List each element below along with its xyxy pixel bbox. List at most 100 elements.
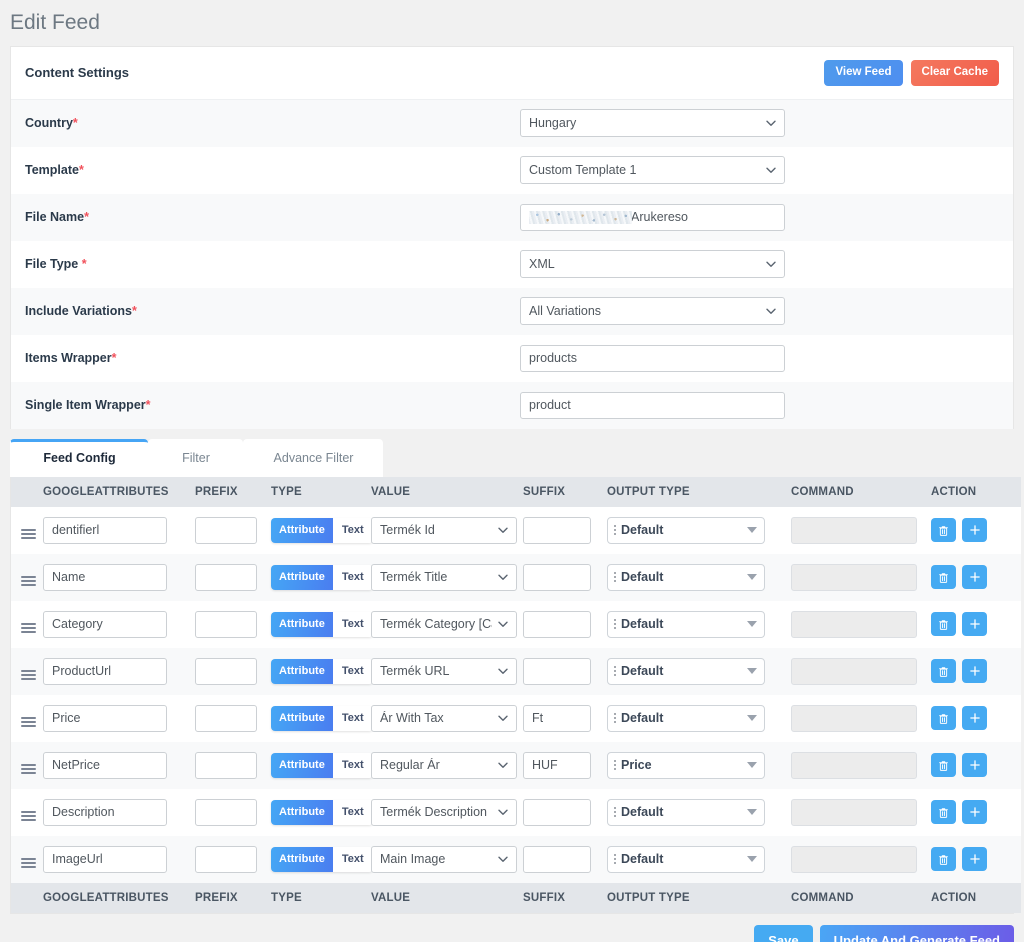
prefix-input[interactable] <box>195 610 257 638</box>
delete-row-button[interactable] <box>931 565 956 590</box>
delete-row-button[interactable] <box>931 753 956 778</box>
attribute-input[interactable] <box>43 610 167 638</box>
type-attribute-button[interactable]: Attribute <box>271 658 333 684</box>
command-input[interactable] <box>791 798 917 826</box>
value-select[interactable]: Termék Category [Cate <box>371 610 517 638</box>
command-input[interactable] <box>791 657 917 685</box>
include-variations-select[interactable]: All Variations <box>520 297 785 326</box>
output-type-select[interactable]: Default <box>607 798 765 826</box>
attribute-input[interactable] <box>43 657 167 685</box>
value-select[interactable]: Termék URL <box>371 657 517 685</box>
drag-handle-icon[interactable] <box>21 527 36 541</box>
type-attribute-button[interactable]: Attribute <box>271 517 333 543</box>
prefix-input[interactable] <box>195 657 257 685</box>
type-text-button[interactable]: Text <box>332 658 373 684</box>
output-type-select[interactable]: Default <box>607 704 765 732</box>
type-text-button[interactable]: Text <box>332 564 373 590</box>
command-input[interactable] <box>791 751 917 779</box>
add-row-button[interactable] <box>962 612 987 637</box>
output-type-select[interactable]: Default <box>607 563 765 591</box>
delete-row-button[interactable] <box>931 612 956 637</box>
type-text-button[interactable]: Text <box>332 846 373 872</box>
value-select-wrap[interactable]: Termék Category [Cate <box>371 610 517 638</box>
attribute-input[interactable] <box>43 751 167 779</box>
delete-row-button[interactable] <box>931 847 956 872</box>
type-text-button[interactable]: Text <box>332 705 373 731</box>
template-select-wrap[interactable]: Custom Template 1 <box>520 156 785 185</box>
type-text-button[interactable]: Text <box>332 799 373 825</box>
file-name-input[interactable]: Arukereso <box>520 203 785 231</box>
prefix-input[interactable] <box>195 516 257 544</box>
type-attribute-button[interactable]: Attribute <box>271 705 333 731</box>
file-type-select[interactable]: XML <box>520 250 785 279</box>
attribute-input[interactable] <box>43 563 167 591</box>
value-select-wrap[interactable]: Termék Description <box>371 798 517 826</box>
add-row-button[interactable] <box>962 800 987 825</box>
command-input[interactable] <box>791 845 917 873</box>
value-select-wrap[interactable]: Termék Id <box>371 516 517 544</box>
prefix-input[interactable] <box>195 563 257 591</box>
attribute-input[interactable] <box>43 798 167 826</box>
type-attribute-button[interactable]: Attribute <box>271 799 333 825</box>
country-select[interactable]: Hungary <box>520 109 785 138</box>
drag-handle-icon[interactable] <box>21 762 36 776</box>
suffix-input[interactable] <box>523 610 591 638</box>
suffix-input[interactable] <box>523 563 591 591</box>
add-row-button[interactable] <box>962 565 987 590</box>
drag-handle-icon[interactable] <box>21 856 36 870</box>
value-select[interactable]: Ár With Tax <box>371 704 517 732</box>
update-and-generate-feed-button[interactable]: Update And Generate Feed <box>819 924 1014 942</box>
type-attribute-button[interactable]: Attribute <box>271 611 333 637</box>
suffix-input[interactable] <box>523 751 591 779</box>
clear-cache-button[interactable]: Clear Cache <box>910 60 999 86</box>
save-button[interactable]: Save <box>754 924 813 942</box>
value-select-wrap[interactable]: Ár With Tax <box>371 704 517 732</box>
value-select-wrap[interactable]: Main Image <box>371 845 517 873</box>
add-row-button[interactable] <box>962 753 987 778</box>
output-type-select[interactable]: Default <box>607 610 765 638</box>
output-type-select[interactable]: Price <box>607 751 765 779</box>
value-select-wrap[interactable]: Termék Title <box>371 563 517 591</box>
single-item-wrapper-input[interactable] <box>520 391 785 419</box>
tab-feed-config[interactable]: Feed Config <box>10 438 148 477</box>
value-select[interactable]: Termék Description <box>371 798 517 826</box>
type-attribute-button[interactable]: Attribute <box>271 564 333 590</box>
output-type-select[interactable]: Default <box>607 845 765 873</box>
prefix-input[interactable] <box>195 798 257 826</box>
command-input[interactable] <box>791 516 917 544</box>
drag-handle-icon[interactable] <box>21 574 36 588</box>
type-text-button[interactable]: Text <box>332 752 373 778</box>
attribute-input[interactable] <box>43 704 167 732</box>
drag-handle-icon[interactable] <box>21 668 36 682</box>
delete-row-button[interactable] <box>931 706 956 731</box>
add-row-button[interactable] <box>962 706 987 731</box>
add-row-button[interactable] <box>962 518 987 543</box>
type-text-button[interactable]: Text <box>332 611 373 637</box>
delete-row-button[interactable] <box>931 518 956 543</box>
output-type-select[interactable]: Default <box>607 657 765 685</box>
suffix-input[interactable] <box>523 516 591 544</box>
drag-handle-icon[interactable] <box>21 809 36 823</box>
country-select-wrap[interactable]: Hungary <box>520 109 785 138</box>
type-text-button[interactable]: Text <box>332 517 373 543</box>
suffix-input[interactable] <box>523 704 591 732</box>
add-row-button[interactable] <box>962 659 987 684</box>
command-input[interactable] <box>791 610 917 638</box>
add-row-button[interactable] <box>962 847 987 872</box>
value-select[interactable]: Termék Title <box>371 563 517 591</box>
suffix-input[interactable] <box>523 798 591 826</box>
tab-advance-filter[interactable]: Advance Filter <box>243 438 383 477</box>
prefix-input[interactable] <box>195 751 257 779</box>
prefix-input[interactable] <box>195 704 257 732</box>
suffix-input[interactable] <box>523 657 591 685</box>
type-attribute-button[interactable]: Attribute <box>271 846 333 872</box>
value-select-wrap[interactable]: Regular Ár <box>371 751 517 779</box>
file-type-select-wrap[interactable]: XML <box>520 250 785 279</box>
value-select[interactable]: Termék Id <box>371 516 517 544</box>
delete-row-button[interactable] <box>931 659 956 684</box>
view-feed-button[interactable]: View Feed <box>824 60 903 86</box>
drag-handle-icon[interactable] <box>21 621 36 635</box>
type-attribute-button[interactable]: Attribute <box>271 752 333 778</box>
prefix-input[interactable] <box>195 845 257 873</box>
attribute-input[interactable] <box>43 516 167 544</box>
